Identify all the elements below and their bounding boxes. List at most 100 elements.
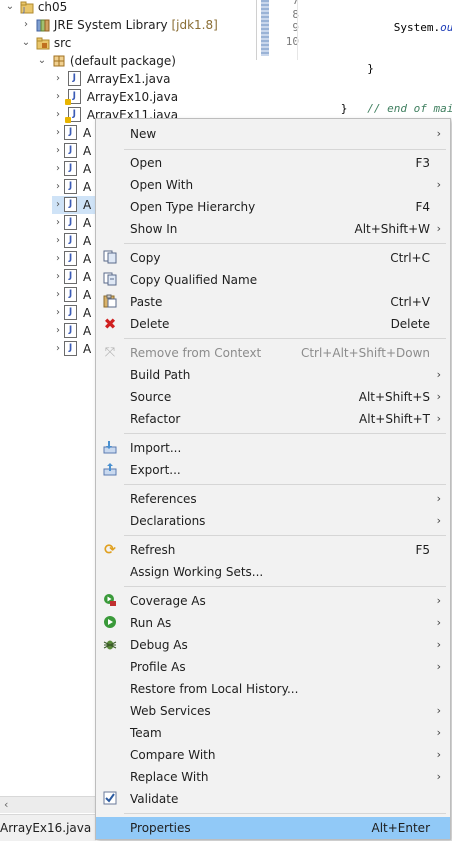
chevron-right-icon[interactable]: › bbox=[52, 70, 64, 88]
menu-label: Declarations bbox=[130, 514, 206, 528]
menu-item-refactor[interactable]: Refactor Alt+Shift+T › bbox=[96, 408, 450, 430]
menu-label: Compare With bbox=[130, 748, 216, 762]
chevron-right-icon[interactable]: › bbox=[52, 232, 64, 250]
tree-file-truncated[interactable]: › J A bbox=[52, 286, 91, 304]
tree-file-truncated[interactable]: › J A bbox=[52, 232, 91, 250]
tree-file-truncated[interactable]: › J A bbox=[52, 304, 91, 322]
chevron-right-icon[interactable]: › bbox=[52, 322, 64, 340]
menu-item-validate[interactable]: Validate bbox=[96, 788, 450, 810]
tree-file[interactable]: › J ArrayEx10.java bbox=[52, 88, 178, 106]
menu-item-show-in[interactable]: Show In Alt+Shift+W › bbox=[96, 218, 450, 240]
chevron-down-icon[interactable]: ⌄ bbox=[20, 34, 32, 52]
menu-item-replace-with[interactable]: Replace With › bbox=[96, 766, 450, 788]
code-editor[interactable]: 7 8 9 10 System.out } } // end of main } bbox=[256, 0, 452, 156]
tree-file-truncated[interactable]: › J A bbox=[52, 160, 91, 178]
menu-item-delete[interactable]: ✖ Delete Delete bbox=[96, 313, 450, 335]
menu-item-copy-qualified-name[interactable]: Copy Qualified Name bbox=[96, 269, 450, 291]
menu-item-profile-as[interactable]: Profile As › bbox=[96, 656, 450, 678]
chevron-right-icon[interactable]: › bbox=[52, 88, 64, 106]
tree-file-truncated[interactable]: › J A bbox=[52, 214, 91, 232]
submenu-arrow-icon: › bbox=[436, 704, 441, 717]
menu-item-restore-local-history[interactable]: Restore from Local History... bbox=[96, 678, 450, 700]
menu-separator bbox=[124, 243, 446, 244]
menu-item-import[interactable]: Import... bbox=[96, 437, 450, 459]
chevron-right-icon[interactable]: › bbox=[52, 286, 64, 304]
remove-context-icon: ⤧ bbox=[104, 345, 116, 360]
submenu-arrow-icon: › bbox=[436, 748, 441, 761]
submenu-arrow-icon: › bbox=[436, 616, 441, 629]
menu-item-source[interactable]: Source Alt+Shift+S › bbox=[96, 386, 450, 408]
menu-item-compare-with[interactable]: Compare With › bbox=[96, 744, 450, 766]
menu-item-references[interactable]: References › bbox=[96, 488, 450, 510]
chevron-right-icon[interactable]: › bbox=[52, 250, 64, 268]
tree-file-truncated[interactable]: › J A bbox=[52, 124, 91, 142]
menu-item-debug-as[interactable]: Debug As › bbox=[96, 634, 450, 656]
chevron-right-icon[interactable]: › bbox=[52, 268, 64, 286]
chevron-right-icon[interactable]: › bbox=[52, 214, 64, 232]
chevron-right-icon[interactable]: › bbox=[52, 196, 64, 214]
code-line-8: } bbox=[301, 62, 452, 76]
menu-shortcut: F4 bbox=[415, 200, 430, 214]
line-number: 9 bbox=[292, 21, 299, 34]
tree-file-selected[interactable]: › J A bbox=[52, 196, 96, 214]
chevron-right-icon[interactable]: › bbox=[52, 304, 64, 322]
menu-item-remove-from-context[interactable]: ⤧ Remove from Context Ctrl+Alt+Shift+Down bbox=[96, 342, 450, 364]
menu-item-coverage-as[interactable]: Coverage As › bbox=[96, 590, 450, 612]
chevron-right-icon[interactable]: › bbox=[20, 16, 32, 34]
java-file-warning-icon: J bbox=[64, 107, 81, 123]
menu-item-open-type-hierarchy[interactable]: Open Type Hierarchy F4 bbox=[96, 196, 450, 218]
submenu-arrow-icon: › bbox=[436, 368, 441, 381]
chevron-right-icon[interactable]: › bbox=[52, 160, 64, 178]
menu-item-assign-working-sets[interactable]: Assign Working Sets... bbox=[96, 561, 450, 583]
menu-label: Restore from Local History... bbox=[130, 682, 299, 696]
chevron-down-icon[interactable]: ⌄ bbox=[36, 52, 48, 70]
tree-default-package[interactable]: ⌄ (default package) bbox=[36, 52, 176, 70]
debug-bug-icon bbox=[102, 637, 118, 653]
tree-file-truncated[interactable]: › J A bbox=[52, 340, 91, 358]
status-text: ArrayEx16.java - c bbox=[0, 821, 96, 835]
menu-shortcut: Alt+Enter bbox=[371, 821, 430, 835]
tree-file-truncated[interactable]: › J A bbox=[52, 268, 91, 286]
tree-src-folder[interactable]: ⌄ src bbox=[20, 34, 72, 52]
java-file-icon: J bbox=[64, 161, 77, 176]
chevron-right-icon[interactable]: › bbox=[52, 142, 64, 160]
menu-item-new[interactable]: New › bbox=[96, 123, 450, 145]
chevron-right-icon[interactable]: › bbox=[52, 124, 64, 142]
menu-item-build-path[interactable]: Build Path › bbox=[96, 364, 450, 386]
chevron-down-icon[interactable]: ⌄ bbox=[4, 0, 16, 16]
menu-label: New bbox=[130, 127, 157, 141]
chevron-right-icon[interactable]: › bbox=[52, 178, 64, 196]
tree-file-truncated[interactable]: › J A bbox=[52, 178, 91, 196]
tree-file-truncated[interactable]: › J A bbox=[52, 142, 91, 160]
chevron-right-icon[interactable]: › bbox=[52, 106, 64, 124]
menu-item-properties[interactable]: Properties Alt+Enter bbox=[96, 817, 450, 839]
horizontal-scrollbar[interactable]: ‹ bbox=[0, 796, 96, 813]
menu-item-refresh[interactable]: ⟳ Refresh F5 bbox=[96, 539, 450, 561]
menu-item-declarations[interactable]: Declarations › bbox=[96, 510, 450, 532]
java-file-icon: J bbox=[64, 125, 77, 140]
submenu-arrow-icon: › bbox=[436, 127, 441, 140]
menu-item-team[interactable]: Team › bbox=[96, 722, 450, 744]
tree-project-ch05[interactable]: ⌄ J ch05 bbox=[4, 0, 68, 16]
menu-item-paste[interactable]: Paste Ctrl+V bbox=[96, 291, 450, 313]
tree-file-truncated[interactable]: › J A bbox=[52, 322, 91, 340]
menu-separator bbox=[124, 535, 446, 536]
tree-jre-library[interactable]: › JRE System Library [jdk1.8] bbox=[20, 16, 218, 34]
menu-shortcut: Alt+Shift+W bbox=[354, 222, 431, 236]
menu-item-open-with[interactable]: Open With › bbox=[96, 174, 450, 196]
menu-item-run-as[interactable]: Run As › bbox=[96, 612, 450, 634]
src-label: src bbox=[53, 36, 72, 50]
copy-qualified-icon bbox=[102, 272, 118, 288]
tree-file[interactable]: › J ArrayEx1.java bbox=[52, 70, 170, 88]
menu-item-web-services[interactable]: Web Services › bbox=[96, 700, 450, 722]
chevron-right-icon[interactable]: › bbox=[52, 340, 64, 358]
menu-item-open[interactable]: Open F3 bbox=[96, 152, 450, 174]
scroll-left-icon[interactable]: ‹ bbox=[4, 798, 8, 811]
menu-item-copy[interactable]: Copy Ctrl+C bbox=[96, 247, 450, 269]
menu-label: Show In bbox=[130, 222, 178, 236]
menu-item-export[interactable]: Export... bbox=[96, 459, 450, 481]
menu-separator bbox=[124, 586, 446, 587]
menu-shortcut: Ctrl+V bbox=[390, 295, 430, 309]
menu-label: Remove from Context bbox=[130, 346, 262, 360]
tree-file-truncated[interactable]: › J A bbox=[52, 250, 91, 268]
